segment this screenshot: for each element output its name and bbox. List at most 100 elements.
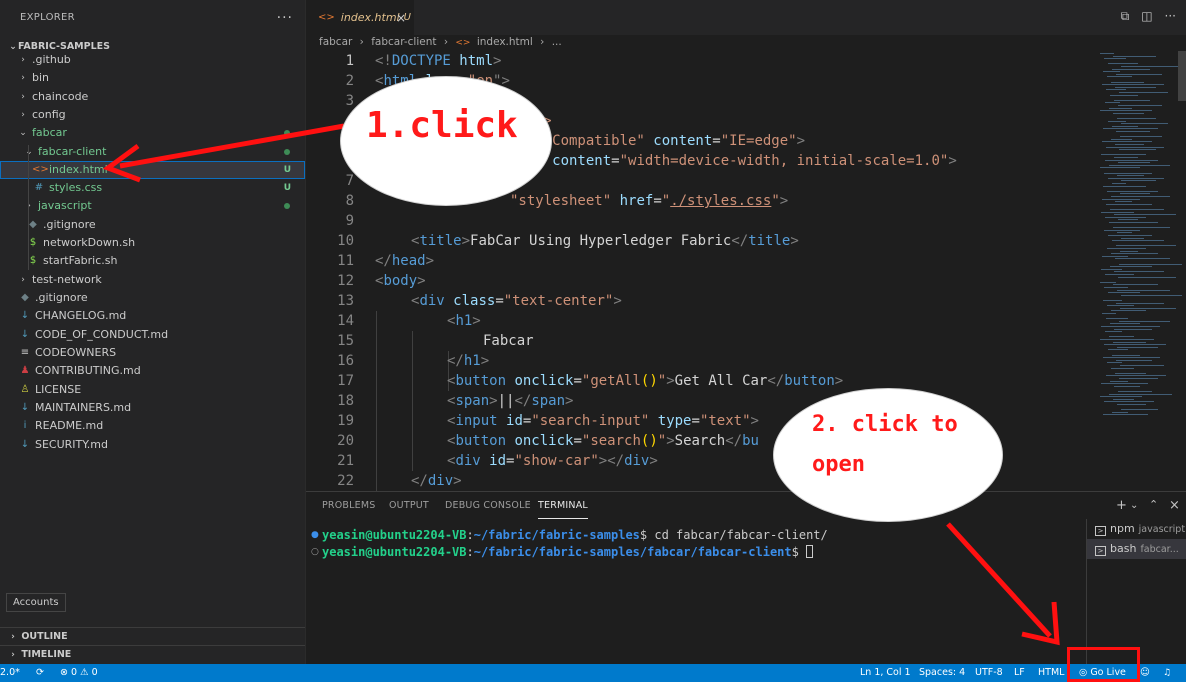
- tree-item[interactable]: › test-network: [0, 271, 305, 289]
- language-mode[interactable]: HTML: [1038, 664, 1064, 682]
- code-token: =: [611, 153, 620, 169]
- timeline-section[interactable]: › TIMELINE: [0, 645, 305, 663]
- new-terminal-icon[interactable]: +: [1116, 498, 1127, 513]
- tree-item[interactable]: ⌄ fabcar: [0, 124, 305, 142]
- code-token: </: [411, 473, 428, 489]
- terminal-prompt: $: [791, 545, 807, 559]
- tree-item-label: fabcar-client: [38, 145, 107, 158]
- split-editor-icon[interactable]: ◫: [1141, 9, 1152, 24]
- sync-icon[interactable]: ⟳: [36, 664, 44, 682]
- minimap-line: [1116, 73, 1162, 75]
- problems-indicator[interactable]: ⊗ 0 ⚠ 0: [60, 664, 98, 682]
- code-line: Fabcar: [483, 333, 534, 349]
- tree-item[interactable]: ♟ CONTRIBUTING.md: [0, 362, 305, 380]
- close-panel-icon[interactable]: ×: [1169, 498, 1180, 513]
- minimap-line: [1111, 196, 1170, 197]
- tree-item[interactable]: <> index.html U: [0, 161, 305, 179]
- html-file-icon: <>: [455, 38, 471, 48]
- minimap-line: [1118, 391, 1152, 392]
- terminal-line[interactable]: yeasin@ubuntu2204-VB:~/fabric/fabric-sam…: [322, 545, 814, 559]
- minimap-line: [1112, 411, 1128, 413]
- code-token: ": [661, 193, 671, 209]
- minimap-line: [1115, 201, 1132, 203]
- eol-indicator[interactable]: LF: [1014, 664, 1025, 682]
- tree-item[interactable]: ◆ .gitignore: [0, 216, 305, 234]
- code-token: >: [649, 453, 658, 469]
- code-token: >: [796, 133, 806, 149]
- indentation-indicator[interactable]: Spaces: 4: [919, 664, 965, 682]
- code-line: <!DOCTYPE html>: [375, 53, 501, 69]
- source-control-compare-icon[interactable]: ⧉: [1121, 9, 1130, 24]
- tree-item[interactable]: ↓ CHANGELOG.md: [0, 307, 305, 325]
- breadcrumb-item[interactable]: ...: [552, 36, 562, 48]
- minimap-line: [1106, 375, 1166, 377]
- code-token: >: [565, 393, 574, 409]
- minimap-line: [1114, 328, 1152, 330]
- minimap-line: [1117, 175, 1144, 177]
- minimap-line: [1100, 339, 1154, 340]
- minimap-line: [1121, 237, 1144, 239]
- tree-item[interactable]: # styles.css U: [0, 179, 305, 197]
- tree-item[interactable]: › bin: [0, 69, 305, 87]
- tab-index-html[interactable]: <> index.html U ×: [306, 0, 414, 35]
- version-indicator[interactable]: 2.0*: [0, 664, 20, 682]
- file-type-icon: ♙: [20, 384, 30, 395]
- breadcrumb-item[interactable]: index.html: [477, 36, 533, 48]
- minimap-line: [1100, 281, 1116, 283]
- code-token: >: [948, 153, 957, 169]
- minimap-line: [1113, 284, 1158, 286]
- tree-item[interactable]: ↓ SECURITY.md: [0, 436, 305, 454]
- tab-terminal[interactable]: TERMINAL: [538, 500, 588, 519]
- callout-text-2b: open: [812, 452, 865, 477]
- tree-item[interactable]: ↓ MAINTAINERS.md: [0, 399, 305, 417]
- git-modified-dot: [284, 203, 290, 209]
- editor-scrollbar[interactable]: [1178, 51, 1186, 101]
- outline-section[interactable]: › OUTLINE: [0, 627, 305, 645]
- chevron-down-icon[interactable]: ⌄: [1130, 500, 1138, 511]
- tab-debug-console[interactable]: DEBUG CONSOLE: [445, 500, 531, 511]
- minimap-line: [1110, 209, 1164, 210]
- tree-item[interactable]: ♙ LICENSE: [0, 381, 305, 399]
- tree-item[interactable]: ⌄ fabcar-client: [0, 143, 305, 161]
- encoding-indicator[interactable]: UTF-8: [975, 664, 1003, 682]
- cursor-position[interactable]: Ln 1, Col 1: [860, 664, 911, 682]
- notifications-bell-icon[interactable]: ♫: [1163, 664, 1171, 682]
- tree-item[interactable]: $ networkDown.sh: [0, 234, 305, 252]
- terminal-line[interactable]: yeasin@ubuntu2204-VB:~/fabric/fabric-sam…: [322, 528, 828, 542]
- tree-item[interactable]: › javascript: [0, 197, 305, 215]
- close-tab-icon[interactable]: ×: [396, 11, 406, 25]
- tree-item[interactable]: ≡ CODEOWNERS: [0, 344, 305, 362]
- tab-problems[interactable]: PROBLEMS: [322, 500, 375, 511]
- more-actions-icon[interactable]: ···: [1165, 9, 1176, 24]
- tree-item-label: CODE_OF_CONDUCT.md: [35, 328, 169, 341]
- code-token: >: [461, 233, 471, 249]
- breadcrumb-item[interactable]: fabcar: [319, 36, 352, 48]
- tree-item[interactable]: i README.md: [0, 417, 305, 435]
- breadcrumb-item[interactable]: fabcar-client: [371, 36, 436, 48]
- code-line: <title>FabCar Using Hyperledger Fabric</…: [411, 233, 799, 249]
- status-bar: 2.0* ⟳ ⊗ 0 ⚠ 0 Ln 1, Col 1 Spaces: 4 UTF…: [0, 664, 1186, 682]
- more-actions-icon[interactable]: ···: [277, 0, 293, 36]
- terminal-instance-bash[interactable]: > bash fabcar...: [1087, 539, 1186, 559]
- minimap-line: [1112, 354, 1140, 356]
- minimap-line: [1109, 336, 1134, 338]
- tree-item[interactable]: › .github: [0, 51, 305, 69]
- minimap-line: [1119, 263, 1182, 265]
- code-token: </: [725, 433, 743, 449]
- minimap-line: [1105, 159, 1158, 161]
- terminal-instance-npm[interactable]: > npm javascript: [1087, 519, 1186, 539]
- code-token: >: [834, 373, 844, 389]
- minimap-line: [1119, 378, 1158, 379]
- tab-output[interactable]: OUTPUT: [389, 500, 429, 511]
- tree-item[interactable]: ↓ CODE_OF_CONDUCT.md: [0, 326, 305, 344]
- maximize-panel-icon[interactable]: ⌃: [1149, 498, 1158, 511]
- tree-item[interactable]: › config: [0, 106, 305, 124]
- tree-item[interactable]: $ startFabric.sh: [0, 252, 305, 270]
- code-token: (): [640, 433, 658, 449]
- code-token: >: [417, 273, 426, 289]
- tree-item[interactable]: ◆ .gitignore: [0, 289, 305, 307]
- minimap[interactable]: [1096, 51, 1182, 491]
- feedback-icon[interactable]: ☺: [1140, 664, 1150, 682]
- minimap-line: [1117, 118, 1156, 119]
- tree-item[interactable]: › chaincode: [0, 88, 305, 106]
